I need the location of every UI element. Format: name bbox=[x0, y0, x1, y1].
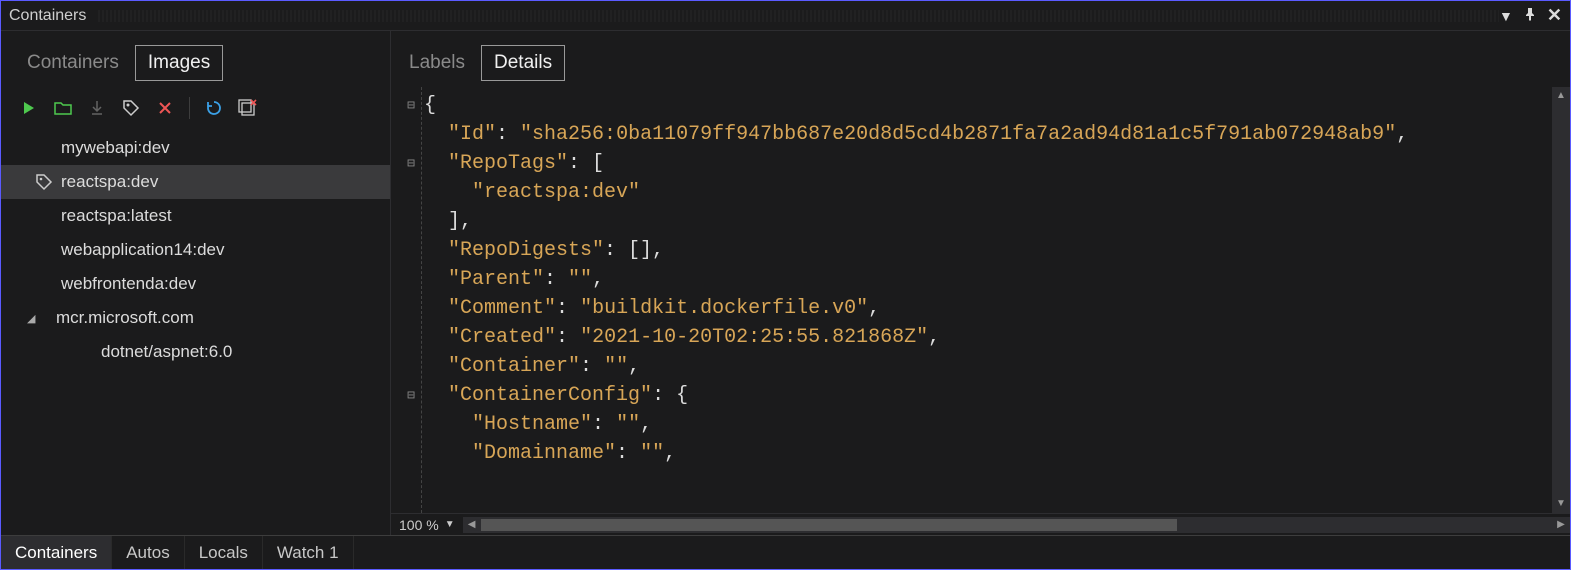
fold-toggle[interactable]: ⊟ bbox=[391, 381, 421, 410]
fold-toggle[interactable]: ⊟ bbox=[391, 91, 421, 120]
tree-item-label: reactspa:latest bbox=[61, 206, 172, 226]
right-subtabs: Labels Details bbox=[391, 31, 1570, 87]
right-panel: Labels Details ⊟ ⊟ ⊟ { "Id": "sha256:0ba… bbox=[391, 31, 1570, 535]
scroll-left-icon[interactable]: ◀ bbox=[463, 519, 481, 530]
tree-item-label: reactspa:dev bbox=[61, 172, 158, 192]
tab-details[interactable]: Details bbox=[481, 45, 565, 81]
tag-icon bbox=[35, 173, 53, 191]
scroll-right-icon[interactable]: ▶ bbox=[1552, 519, 1570, 530]
refresh-icon[interactable] bbox=[204, 98, 224, 118]
expander-icon[interactable]: ◢ bbox=[27, 312, 35, 325]
scrollbar-thumb[interactable] bbox=[481, 519, 1177, 531]
tag-icon[interactable] bbox=[121, 98, 141, 118]
image-toolbar bbox=[1, 91, 390, 127]
chevron-down-icon[interactable]: ▼ bbox=[445, 519, 455, 530]
tree-item[interactable]: dotnet/aspnet:6.0 bbox=[1, 335, 390, 369]
tree-item[interactable]: webfrontenda:dev bbox=[1, 267, 390, 301]
tree-item-label: webapplication14:dev bbox=[61, 240, 225, 260]
window-options-dropdown-icon[interactable]: ▼ bbox=[1499, 8, 1513, 24]
bottom-tool-tabs: Containers Autos Locals Watch 1 bbox=[1, 535, 1570, 569]
horizontal-scrollbar[interactable]: ◀ ▶ bbox=[463, 517, 1570, 533]
scroll-down-icon[interactable]: ▼ bbox=[1552, 495, 1570, 513]
tree-item[interactable]: reactspa:latest bbox=[1, 199, 390, 233]
download-arrow-icon[interactable] bbox=[87, 98, 107, 118]
fold-gutter: ⊟ ⊟ ⊟ bbox=[391, 87, 421, 513]
tree-item-label: dotnet/aspnet:6.0 bbox=[101, 342, 232, 362]
json-editor: ⊟ ⊟ ⊟ { "Id": "sha256:0ba11079ff947bb687… bbox=[391, 87, 1570, 513]
tool-tab-locals[interactable]: Locals bbox=[185, 536, 263, 569]
run-icon[interactable] bbox=[19, 98, 39, 118]
open-folder-icon[interactable] bbox=[53, 98, 73, 118]
pin-icon[interactable] bbox=[1523, 7, 1537, 24]
tree-group[interactable]: ◢ mcr.microsoft.com bbox=[1, 301, 390, 335]
toolbar-separator bbox=[189, 97, 190, 119]
editor-footer: 100 %▼ ◀ ▶ bbox=[391, 513, 1570, 535]
prune-icon[interactable] bbox=[238, 98, 258, 118]
vertical-scrollbar[interactable]: ▲ ▼ bbox=[1552, 87, 1570, 513]
json-code[interactable]: { "Id": "sha256:0ba11079ff947bb687e20d8d… bbox=[421, 87, 1552, 513]
tool-tab-autos[interactable]: Autos bbox=[112, 536, 184, 569]
tab-images[interactable]: Images bbox=[135, 45, 223, 81]
tree-item[interactable]: mywebapi:dev bbox=[1, 131, 390, 165]
scroll-up-icon[interactable]: ▲ bbox=[1552, 87, 1570, 105]
tree-item[interactable]: reactspa:dev bbox=[1, 165, 390, 199]
tab-labels[interactable]: Labels bbox=[397, 46, 477, 80]
left-panel: Containers Images bbox=[1, 31, 391, 535]
tool-tab-watch1[interactable]: Watch 1 bbox=[263, 536, 354, 569]
close-icon[interactable]: ✕ bbox=[1547, 5, 1562, 26]
left-subtabs: Containers Images bbox=[1, 31, 390, 91]
tree-item-label: mywebapi:dev bbox=[61, 138, 170, 158]
panel-titlebar: Containers ▼ ✕ bbox=[1, 1, 1570, 31]
tab-containers[interactable]: Containers bbox=[15, 46, 131, 80]
tree-group-label: mcr.microsoft.com bbox=[56, 308, 194, 328]
panel-title: Containers bbox=[9, 7, 86, 25]
tree-item[interactable]: webapplication14:dev bbox=[1, 233, 390, 267]
image-tree: mywebapi:dev reactspa:dev reactspa:lates… bbox=[1, 127, 390, 535]
tree-item-label: webfrontenda:dev bbox=[61, 274, 196, 294]
titlebar-grip[interactable] bbox=[98, 10, 1499, 22]
delete-icon[interactable] bbox=[155, 98, 175, 118]
tool-tab-containers[interactable]: Containers bbox=[1, 536, 112, 569]
zoom-level[interactable]: 100 %▼ bbox=[391, 517, 463, 533]
fold-toggle[interactable]: ⊟ bbox=[391, 149, 421, 178]
